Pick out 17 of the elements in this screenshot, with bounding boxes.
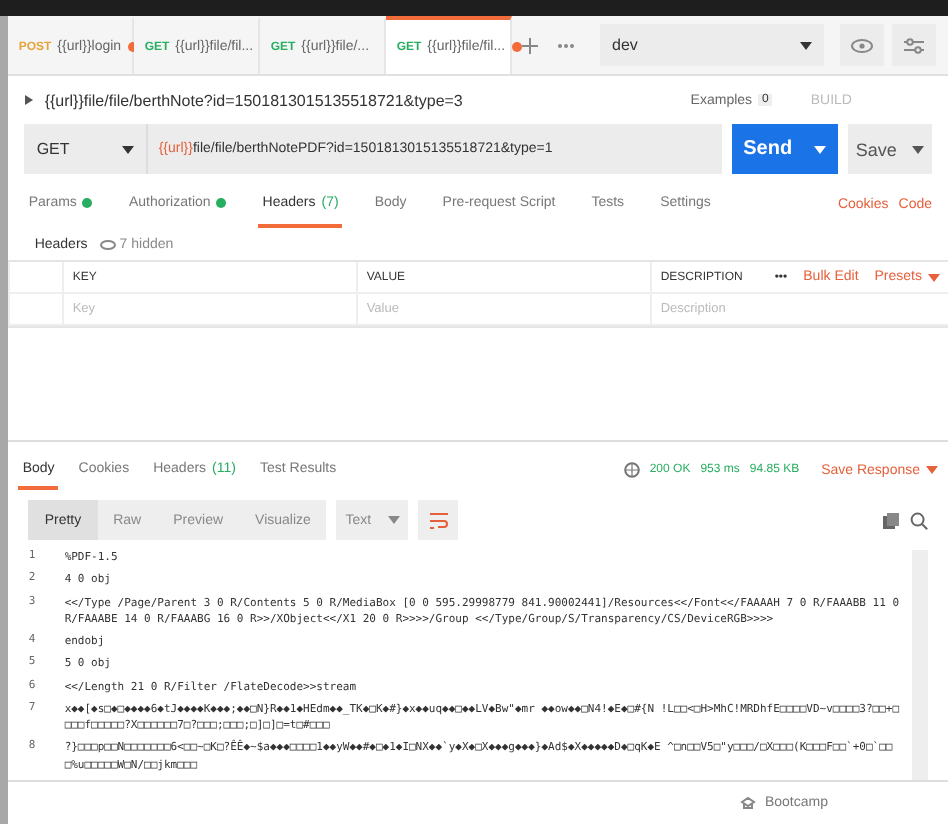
globe-icon (623, 462, 640, 478)
caret-icon[interactable] (912, 145, 925, 153)
method-select[interactable]: GET (24, 124, 149, 174)
expand-caret-icon[interactable] (24, 94, 35, 106)
search-icon[interactable] (910, 511, 928, 529)
settings-icon[interactable] (892, 24, 936, 66)
eye-icon (99, 239, 116, 249)
bootcamp-icon (740, 796, 757, 810)
caret-icon[interactable] (800, 41, 812, 49)
wrap-lines-icon[interactable] (418, 500, 459, 540)
environment-select[interactable]: dev (600, 24, 824, 66)
caret-icon[interactable] (122, 145, 135, 153)
eye-icon[interactable] (840, 24, 884, 66)
send-button[interactable]: Send (732, 124, 838, 174)
request-name: {{url}}file/file/berthNote?id=1501813015135518721&type=3 (44, 91, 463, 109)
copy-icon[interactable] (882, 511, 900, 529)
save-button[interactable]: Save (848, 124, 932, 174)
